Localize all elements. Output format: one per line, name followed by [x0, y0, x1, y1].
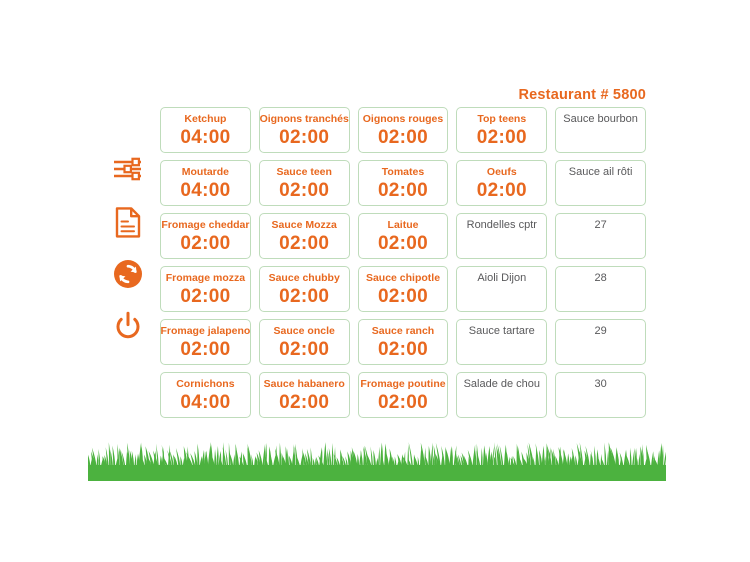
timer-card[interactable]: Fromage jalapeno 02:00: [160, 319, 251, 365]
timer-card[interactable]: Tomates 02:00: [357, 160, 449, 206]
sidebar-item-power[interactable]: [110, 308, 146, 344]
card-label: Aioli Dijon: [477, 272, 527, 284]
card-label: Fromage mozza: [165, 272, 246, 284]
card-label: 27: [594, 219, 607, 231]
card-timer-value: 02:00: [279, 392, 330, 413]
timer-card[interactable]: Top teens 02:00: [456, 107, 548, 153]
item-card[interactable]: Aioli Dijon: [456, 266, 548, 312]
timer-card[interactable]: Sauce habanero 02:00: [258, 372, 350, 418]
item-card[interactable]: Sauce tartare: [456, 319, 548, 365]
card-timer-value: 04:00: [180, 392, 231, 413]
card-timer-value: 02:00: [377, 339, 429, 360]
card-label: Oeufs: [486, 166, 517, 178]
timer-card[interactable]: Sauce Mozza 02:00: [258, 213, 350, 259]
timer-card[interactable]: Fromage mozza 02:00: [160, 266, 251, 312]
timer-card[interactable]: Oignons tranchés 02:00: [258, 107, 350, 153]
grass-decoration: [88, 441, 666, 481]
card-timer-value: 02:00: [180, 233, 231, 254]
item-card[interactable]: Sauce bourbon: [555, 107, 646, 153]
card-label: Fromage poutine: [360, 378, 446, 390]
card-label: Rondelles cptr: [466, 219, 537, 231]
card-timer-value: 02:00: [377, 180, 429, 201]
card-label: Tomates: [381, 166, 425, 178]
timer-card[interactable]: Moutarde 04:00: [160, 160, 251, 206]
power-icon: [114, 311, 142, 341]
timer-grid: Ketchup 04:00 Oignons tranchés 02:00 Oignons…: [160, 107, 646, 418]
card-label: Ketchup: [184, 113, 227, 125]
card-label: Sauce teen: [276, 166, 332, 178]
item-card[interactable]: 30: [555, 372, 646, 418]
card-label: Sauce ail rôti: [568, 166, 633, 178]
card-label: Sauce habanero: [263, 378, 345, 390]
card-timer-value: 02:00: [279, 286, 330, 307]
timer-card[interactable]: Sauce oncle 02:00: [258, 319, 350, 365]
card-label: Salade de chou: [463, 378, 541, 390]
card-timer-value: 02:00: [279, 127, 330, 148]
card-label: Fromage cheddar: [161, 219, 250, 231]
timer-card[interactable]: Sauce ranch 02:00: [357, 319, 449, 365]
card-label: Laitue: [387, 219, 419, 231]
card-label: 28: [594, 272, 607, 284]
card-timer-value: 02:00: [377, 392, 429, 413]
card-label: Fromage jalapeno: [160, 325, 251, 337]
card-timer-value: 02:00: [180, 286, 231, 307]
sidebar-item-settings[interactable]: [110, 152, 146, 188]
restaurant-header-title: Restaurant # 5800: [518, 87, 646, 103]
card-label: Sauce tartare: [468, 325, 535, 337]
card-label: Sauce oncle: [273, 325, 335, 337]
sliders-icon: [113, 157, 143, 183]
card-timer-value: 02:00: [279, 180, 330, 201]
item-card[interactable]: Rondelles cptr: [456, 213, 548, 259]
item-card[interactable]: 27: [555, 213, 646, 259]
timer-card[interactable]: Laitue 02:00: [357, 213, 449, 259]
card-label: Moutarde: [181, 166, 230, 178]
card-timer-value: 02:00: [476, 127, 527, 148]
card-timer-value: 02:00: [476, 180, 527, 201]
card-timer-value: 02:00: [180, 339, 231, 360]
sidebar: [108, 152, 148, 344]
card-label: Sauce ranch: [371, 325, 435, 337]
card-label: 30: [594, 378, 607, 390]
card-timer-value: 04:00: [180, 180, 231, 201]
document-icon: [115, 206, 141, 238]
timer-card[interactable]: Sauce chubby 02:00: [258, 266, 350, 312]
card-label: Oignons rouges: [362, 113, 444, 125]
sidebar-item-sync[interactable]: [110, 256, 146, 292]
timer-card[interactable]: Cornichons 04:00: [160, 372, 251, 418]
card-label: Cornichons: [176, 378, 235, 390]
card-label: Top teens: [477, 113, 527, 125]
item-card[interactable]: Salade de chou: [456, 372, 548, 418]
timer-card[interactable]: Ketchup 04:00: [160, 107, 251, 153]
card-label: Sauce Mozza: [271, 219, 337, 231]
sidebar-item-report[interactable]: [110, 204, 146, 240]
item-card[interactable]: Sauce ail rôti: [555, 160, 646, 206]
refresh-icon: [113, 259, 143, 289]
card-label: Sauce chubby: [268, 272, 340, 284]
card-timer-value: 02:00: [279, 233, 330, 254]
card-label: Sauce chipotle: [365, 272, 441, 284]
timer-card[interactable]: Oignons rouges 02:00: [357, 107, 449, 153]
card-timer-value: 02:00: [377, 233, 429, 254]
timer-card[interactable]: Fromage cheddar 02:00: [160, 213, 251, 259]
card-timer-value: 02:00: [279, 339, 330, 360]
card-timer-value: 02:00: [377, 286, 429, 307]
card-timer-value: 02:00: [377, 127, 429, 148]
timer-card[interactable]: Sauce chipotle 02:00: [357, 266, 449, 312]
card-label: 29: [594, 325, 607, 337]
card-timer-value: 04:00: [180, 127, 231, 148]
item-card[interactable]: 28: [555, 266, 646, 312]
card-label: Sauce bourbon: [563, 113, 638, 125]
timer-card[interactable]: Sauce teen 02:00: [258, 160, 350, 206]
item-card[interactable]: 29: [555, 319, 646, 365]
card-label: Oignons tranchés: [259, 113, 349, 125]
timer-card[interactable]: Oeufs 02:00: [456, 160, 548, 206]
timer-card[interactable]: Fromage poutine 02:00: [357, 372, 449, 418]
